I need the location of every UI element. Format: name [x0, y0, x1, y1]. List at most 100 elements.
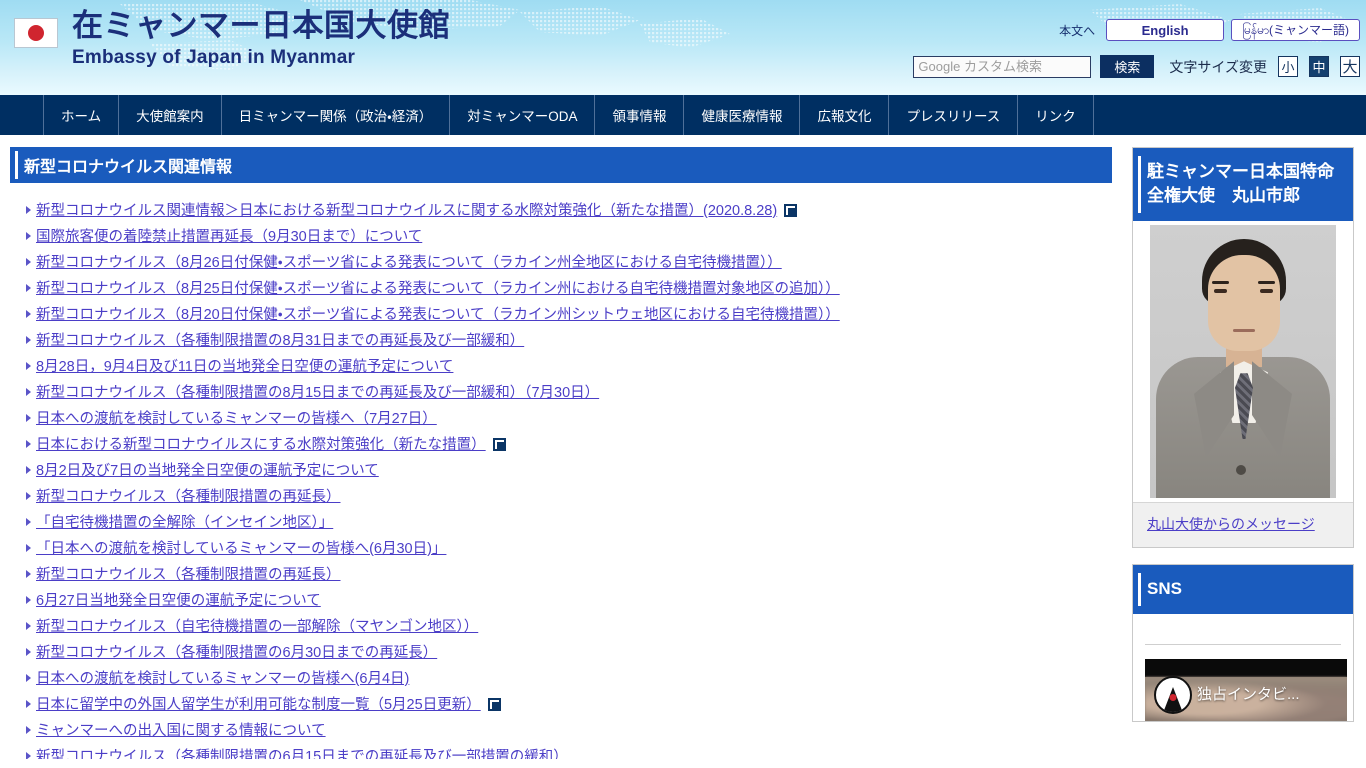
list-item[interactable]: 新型コロナウイルス（各種制限措置の8月31日までの再延長及び一部緩和）: [26, 329, 1112, 355]
divider: [1145, 644, 1341, 646]
nav-item-home[interactable]: ホーム: [43, 95, 118, 135]
list-item[interactable]: 新型コロナウイルス（自宅待機措置の一部解除（マヤンゴン地区））: [26, 615, 1112, 641]
news-link[interactable]: 新型コロナウイルス（各種制限措置の再延長）: [36, 485, 341, 506]
news-link[interactable]: 新型コロナウイルス（各種制限措置の再延長）: [36, 563, 341, 584]
bullet-arrow-icon: [26, 310, 31, 318]
news-link[interactable]: 新型コロナウイルス関連情報＞日本における新型コロナウイルスに関する水際対策強化（…: [36, 199, 777, 220]
list-item[interactable]: 新型コロナウイルス関連情報＞日本における新型コロナウイルスに関する水際対策強化（…: [26, 199, 1112, 225]
nav-item-embassy-guide[interactable]: 大使館案内: [118, 95, 221, 135]
main-navigation: ホーム 大使館案内 日ミャンマー関係（政治・経済） 対ミャンマーODA 領事情報…: [0, 95, 1366, 135]
japan-flag-icon: [14, 18, 58, 48]
news-link[interactable]: 新型コロナウイルス（8月20日付保健・スポーツ省による発表について（ラカイン州シ…: [36, 303, 840, 324]
news-link[interactable]: 8月2日及び7日の当地発全日空便の運航予定について: [36, 459, 379, 480]
list-item[interactable]: 新型コロナウイルス（各種制限措置の6月30日までの再延長）: [26, 641, 1112, 667]
fontsize-label: 文字サイズ変更: [1169, 58, 1267, 75]
news-link[interactable]: 新型コロナウイルス（8月25日付保健・スポーツ省による発表について（ラカイン州に…: [36, 277, 840, 298]
list-item[interactable]: 日本に留学中の外国人留学生が利用可能な制度一覧（5月25日更新）: [26, 693, 1112, 719]
news-link[interactable]: 「日本への渡航を検討しているミャンマーの皆様へ(6月30日)」: [36, 537, 446, 558]
list-item[interactable]: 新型コロナウイルス（8月26日付保健・スポーツ省による発表について（ラカイン州全…: [26, 251, 1112, 277]
news-link[interactable]: 新型コロナウイルス（各種制限措置の8月31日までの再延長及び一部緩和）: [36, 329, 524, 350]
nav-item-culture[interactable]: 広報文化: [799, 95, 888, 135]
news-link[interactable]: 8月28日，9月4日及び11日の当地発全日空便の運航予定について: [36, 355, 453, 376]
page-body: 新型コロナウイルス関連情報 新型コロナウイルス関連情報＞日本における新型コロナウ…: [0, 135, 1366, 768]
ambassador-title: 駐ミャンマー日本国特命全権大使 丸山市郎: [1147, 162, 1334, 206]
nav-item-consular[interactable]: 領事情報: [594, 95, 683, 135]
news-link[interactable]: 国際旅客便の着陸禁止措置再延長（9月30日まで）について: [36, 225, 422, 246]
news-link[interactable]: 日本に留学中の外国人留学生が利用可能な制度一覧（5月25日更新）: [36, 693, 481, 714]
external-link-icon: [492, 438, 507, 451]
news-link[interactable]: 日本における新型コロナウイルスにする水際対策強化（新たな措置）: [36, 433, 486, 454]
sns-video-thumbnail[interactable]: 独占インタビ...: [1145, 659, 1347, 722]
news-link[interactable]: 6月27日当地発全日空便の運航予定について: [36, 589, 321, 610]
list-item[interactable]: 新型コロナウイルス（各種制限措置の再延長）: [26, 485, 1112, 511]
news-link[interactable]: 新型コロナウイルス（各種制限措置の6月30日までの再延長）: [36, 641, 437, 662]
nav-item-health-medical[interactable]: 健康医療情報: [683, 95, 799, 135]
bullet-arrow-icon: [26, 648, 31, 656]
bullet-arrow-icon: [26, 284, 31, 292]
main-content: 新型コロナウイルス関連情報 新型コロナウイルス関連情報＞日本における新型コロナウ…: [0, 135, 1122, 768]
bullet-arrow-icon: [26, 544, 31, 552]
news-link[interactable]: 日本への渡航を検討しているミャンマーの皆様へ（7月27日）: [36, 407, 437, 428]
list-item[interactable]: 8月28日，9月4日及び11日の当地発全日空便の運航予定について: [26, 355, 1112, 381]
fontsize-medium-button[interactable]: 中: [1309, 56, 1329, 77]
sns-heading: SNS: [1133, 565, 1353, 615]
news-link[interactable]: 日本への渡航を検討しているミャンマーの皆様へ(6月4日): [36, 667, 409, 688]
nav-item-oda[interactable]: 対ミャンマーODA: [449, 95, 594, 135]
nav-item-links[interactable]: リンク: [1017, 95, 1094, 135]
skip-to-content-link[interactable]: 本文へ: [1055, 20, 1099, 41]
bullet-arrow-icon: [26, 700, 31, 708]
list-item[interactable]: 日本への渡航を検討しているミャンマーの皆様へ(6月4日): [26, 667, 1112, 693]
list-item[interactable]: ミャンマーへの出入国に関する情報について: [26, 719, 1112, 745]
list-item[interactable]: 日本における新型コロナウイルスにする水際対策強化（新たな措置）: [26, 433, 1112, 459]
search-button[interactable]: 検索: [1100, 55, 1155, 78]
bullet-arrow-icon: [26, 414, 31, 422]
fontsize-small-button[interactable]: 小: [1278, 56, 1298, 77]
list-item[interactable]: 日本への渡航を検討しているミャンマーの皆様へ（7月27日）: [26, 407, 1112, 433]
news-link[interactable]: 新型コロナウイルス（8月26日付保健・スポーツ省による発表について（ラカイン州全…: [36, 251, 782, 272]
section-heading: 新型コロナウイルス関連情報: [10, 147, 1112, 183]
news-link[interactable]: 新型コロナウイルス（各種制限措置の6月15日までの再延長及び一部措置の緩和）: [36, 745, 568, 759]
list-item[interactable]: 新型コロナウイルス（各種制限措置の再延長）: [26, 563, 1112, 589]
bullet-arrow-icon: [26, 362, 31, 370]
page-title: 新型コロナウイルス関連情報: [24, 159, 233, 176]
list-item[interactable]: 8月2日及び7日の当地発全日空便の運航予定について: [26, 459, 1112, 485]
bullet-arrow-icon: [26, 258, 31, 266]
list-item[interactable]: 新型コロナウイルス（各種制限措置の8月15日までの再延長及び一部緩和）（7月30…: [26, 381, 1112, 407]
avatar: [1150, 225, 1336, 499]
news-link[interactable]: ミャンマーへの出入国に関する情報について: [36, 719, 326, 740]
lang-button-myanmar[interactable]: မြန်မာ(ミャンマー語): [1231, 19, 1360, 41]
lang-button-english[interactable]: English: [1106, 19, 1225, 41]
bullet-arrow-icon: [26, 726, 31, 734]
bullet-arrow-icon: [26, 570, 31, 578]
sns-body: 独占インタビ...: [1133, 614, 1353, 722]
list-item[interactable]: 新型コロナウイルス（8月20日付保健・スポーツ省による発表について（ラカイン州シ…: [26, 303, 1112, 329]
list-item[interactable]: 6月27日当地発全日空便の運航予定について: [26, 589, 1112, 615]
nav-item-press-release[interactable]: プレスリリース: [888, 95, 1017, 135]
bullet-arrow-icon: [26, 622, 31, 630]
search-input[interactable]: [913, 55, 1092, 78]
site-title-jp: 在ミャンマー日本国大使館: [72, 8, 450, 43]
bullet-arrow-icon: [26, 388, 31, 396]
ambassador-message-link[interactable]: 丸山大使からのメッセージ: [1147, 516, 1315, 532]
list-item[interactable]: 新型コロナウイルス（8月25日付保健・スポーツ省による発表について（ラカイン州に…: [26, 277, 1112, 303]
bullet-arrow-icon: [26, 336, 31, 344]
news-link-list: 新型コロナウイルス関連情報＞日本における新型コロナウイルスに関する水際対策強化（…: [10, 199, 1112, 759]
bullet-arrow-icon: [26, 440, 31, 448]
sns-title: SNS: [1147, 579, 1182, 599]
sns-card: SNS 独占インタビ...: [1132, 564, 1354, 723]
language-switcher: 本文へ English မြန်မာ(ミャンマー語): [1055, 19, 1360, 41]
bullet-arrow-icon: [26, 232, 31, 240]
ambassador-message-row[interactable]: 丸山大使からのメッセージ: [1133, 502, 1353, 548]
news-link[interactable]: 新型コロナウイルス（各種制限措置の8月15日までの再延長及び一部緩和）（7月30…: [36, 381, 599, 402]
nav-item-japan-myanmar-relations[interactable]: 日ミャンマー関係（政治・経済）: [220, 95, 450, 135]
news-link[interactable]: 「自宅待機措置の全解除（インセイン地区）」: [36, 511, 333, 532]
list-item[interactable]: 新型コロナウイルス（各種制限措置の6月15日までの再延長及び一部措置の緩和）: [26, 745, 1112, 759]
bullet-arrow-icon: [26, 752, 31, 759]
list-item[interactable]: 国際旅客便の着陸禁止措置再延長（9月30日まで）について: [26, 225, 1112, 251]
bullet-arrow-icon: [26, 206, 31, 214]
list-item[interactable]: 「日本への渡航を検討しているミャンマーの皆様へ(6月30日)」: [26, 537, 1112, 563]
fontsize-large-button[interactable]: 大: [1340, 56, 1360, 77]
site-logo[interactable]: 在ミャンマー日本国大使館 Embassy of Japan in Myanmar: [14, 10, 450, 67]
news-link[interactable]: 新型コロナウイルス（自宅待機措置の一部解除（マヤンゴン地区））: [36, 615, 478, 636]
list-item[interactable]: 「自宅待機措置の全解除（インセイン地区）」: [26, 511, 1112, 537]
